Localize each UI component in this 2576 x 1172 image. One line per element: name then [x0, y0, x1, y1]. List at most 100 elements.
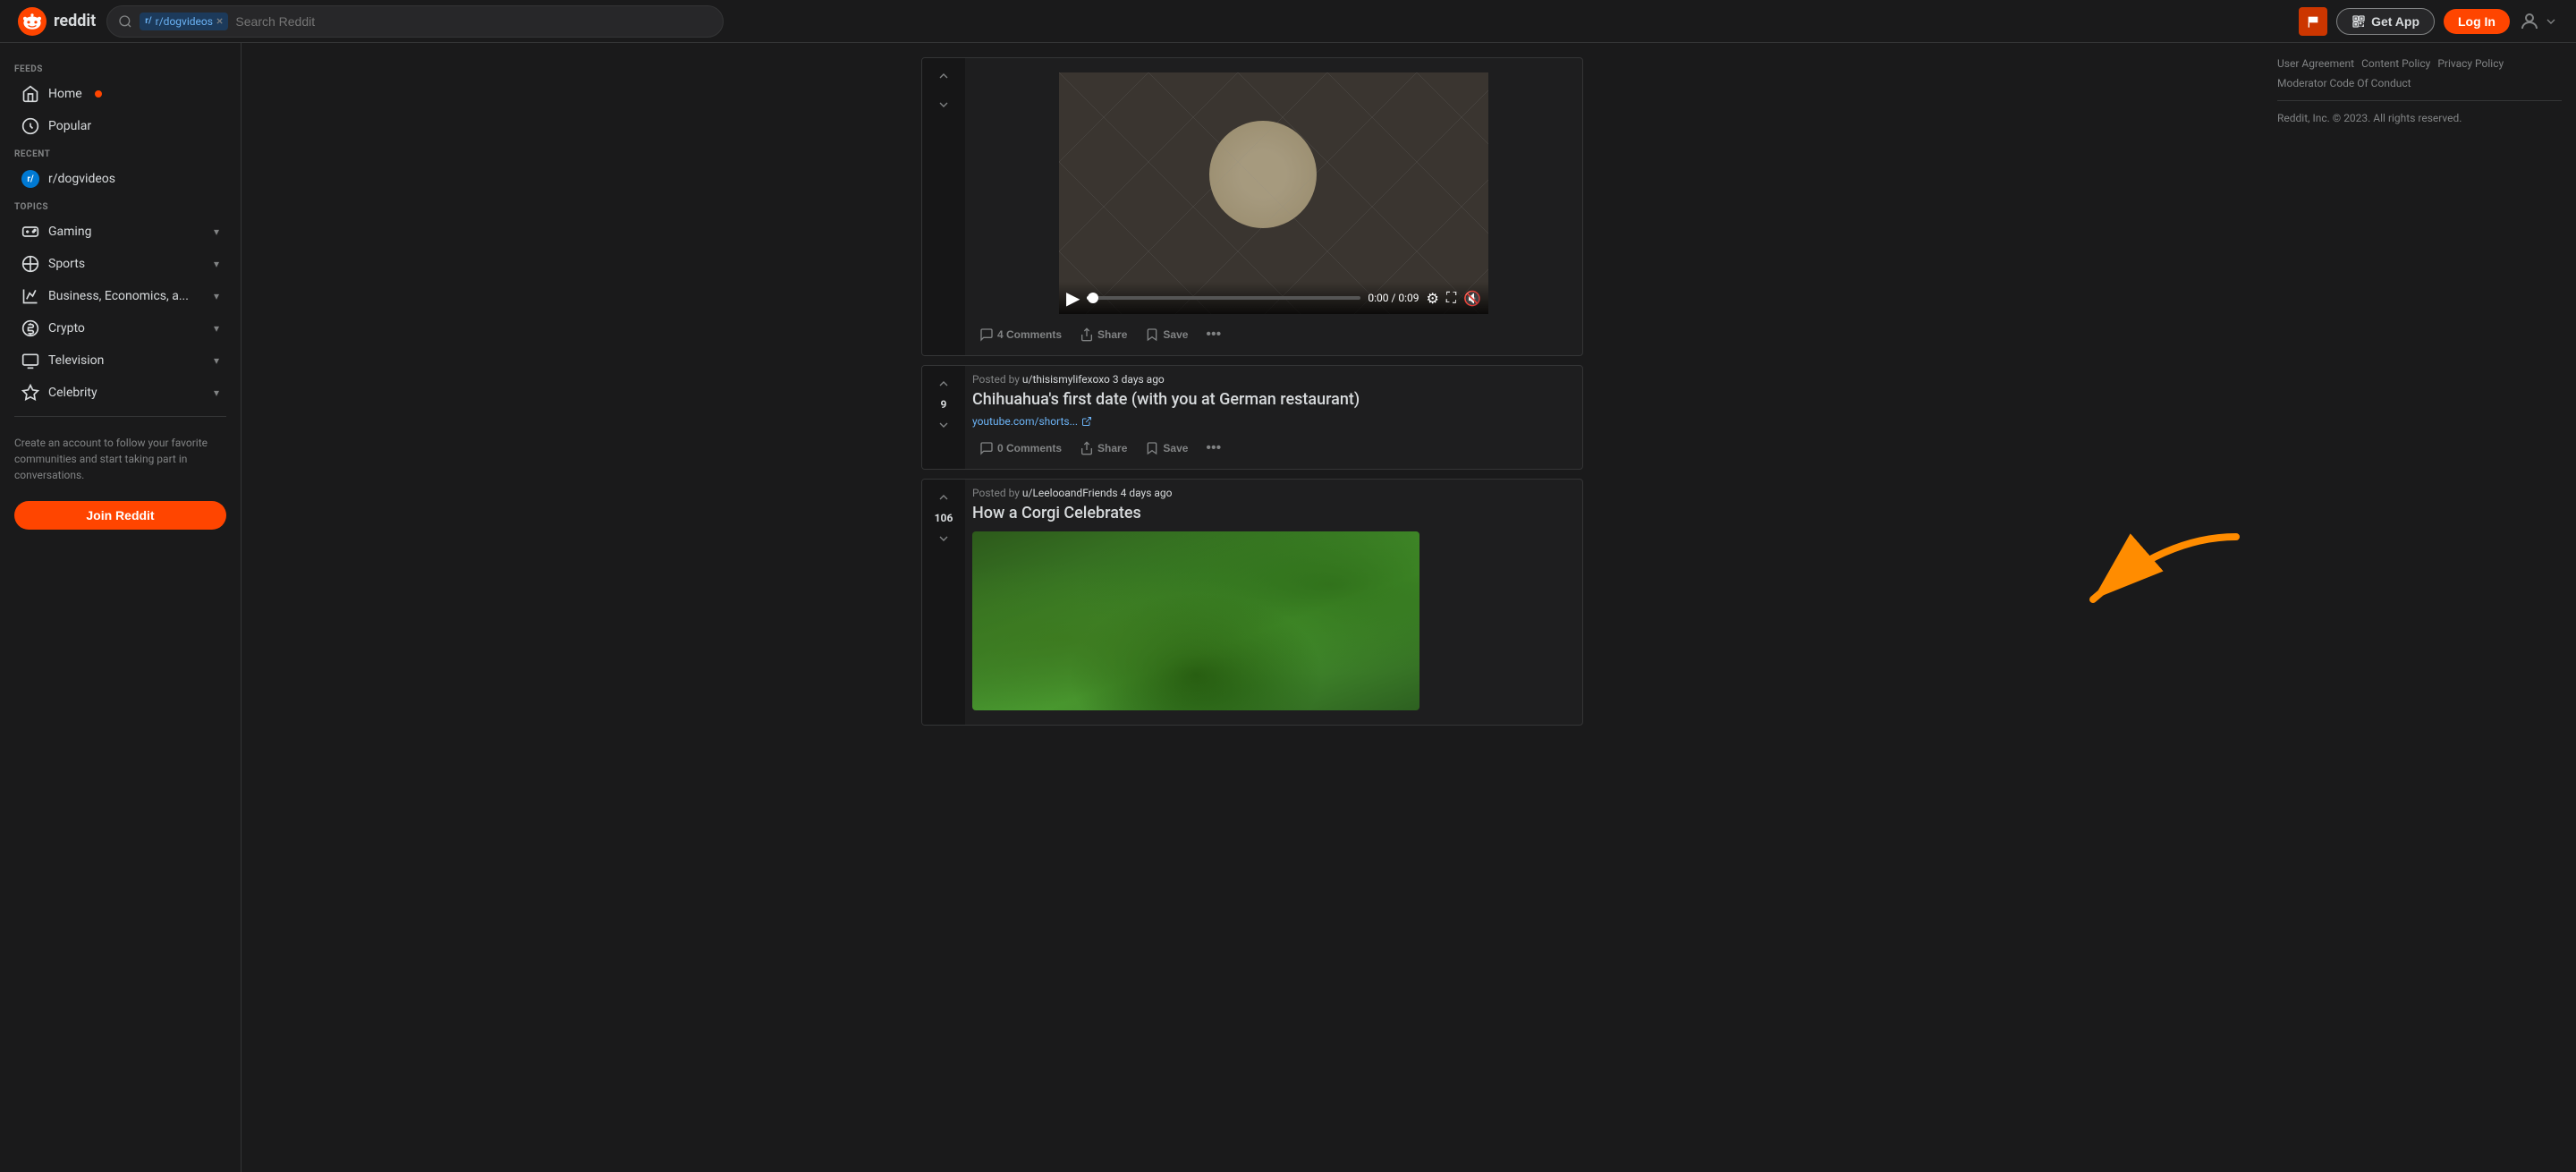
logo-area[interactable]: reddit: [18, 7, 96, 36]
recent-section-label: RECENT: [0, 142, 241, 163]
join-reddit-button[interactable]: Join Reddit: [14, 501, 226, 530]
post-link-chihuahua[interactable]: youtube.com/shorts...: [972, 415, 1575, 428]
search-bar[interactable]: r/ r/dogvideos ×: [106, 5, 724, 38]
home-label: Home: [48, 87, 82, 101]
popular-icon: [21, 117, 39, 135]
popular-label: Popular: [48, 119, 91, 133]
login-label: Log In: [2458, 14, 2496, 29]
upvote-button-video[interactable]: [933, 65, 954, 87]
save-icon-chihuahua: [1145, 441, 1159, 455]
sidebar-item-business[interactable]: Business, Economics, a... ▾: [7, 280, 233, 312]
fullscreen-button[interactable]: ⛶: [1446, 289, 1456, 307]
flag-icon: [2306, 14, 2320, 29]
sidebar-item-popular[interactable]: Popular: [7, 110, 233, 142]
upvote-button-corgi[interactable]: [933, 487, 954, 508]
television-icon: [21, 352, 39, 369]
comment-icon-chihuahua: [979, 441, 994, 455]
downvote-button-video[interactable]: [933, 94, 954, 115]
search-tag[interactable]: r/ r/dogvideos ×: [140, 13, 228, 30]
post-meta-chihuahua: Posted by u/thisismylifexoxo 3 days ago: [972, 373, 1575, 386]
celebrity-icon: [21, 384, 39, 402]
television-label: Television: [48, 353, 104, 368]
more-button-video[interactable]: •••: [1199, 321, 1228, 348]
vote-count-corgi: 106: [935, 512, 953, 524]
logo-text: reddit: [54, 12, 96, 30]
copyright-text: Reddit, Inc. © 2023. All rights reserved…: [2277, 112, 2562, 124]
post-body-video: ▶ 0:00 / 0:09 ⚙ ⛶ 🔇: [965, 58, 1582, 355]
sidebar-item-celebrity[interactable]: Celebrity ▾: [7, 377, 233, 409]
progress-bar[interactable]: [1087, 296, 1360, 300]
upvote-button-chihuahua[interactable]: [933, 373, 954, 395]
post-actions-chihuahua: 0 Comments Share Save: [972, 435, 1575, 462]
user-menu[interactable]: [2519, 11, 2558, 32]
business-icon: [21, 287, 39, 305]
save-label-video: Save: [1163, 328, 1188, 341]
downvote-button-corgi[interactable]: [933, 528, 954, 549]
qr-icon: [2351, 14, 2366, 29]
external-link-icon: [1081, 416, 1092, 427]
header: reddit r/ r/dogvideos ×: [0, 0, 2576, 43]
sidebar-item-sports[interactable]: Sports ▾: [7, 248, 233, 280]
save-button-video[interactable]: Save: [1138, 322, 1195, 347]
video-content: [1059, 72, 1488, 314]
gaming-icon: [21, 223, 39, 241]
right-sidebar: User Agreement Content Policy Privacy Po…: [2263, 43, 2576, 1172]
vote-column-video: [922, 58, 965, 355]
vote-column-corgi: 106: [922, 480, 965, 724]
post-card-corgi: 106 Posted by u/LeelooandFriends 4 days …: [921, 479, 1583, 725]
comments-button-video[interactable]: 4 Comments: [972, 322, 1069, 347]
comments-button-chihuahua[interactable]: 0 Comments: [972, 436, 1069, 461]
moderator-code-link[interactable]: Moderator Code Of Conduct: [2277, 77, 2411, 89]
search-tag-close-icon[interactable]: ×: [216, 14, 223, 29]
share-icon: [1080, 327, 1094, 342]
post-card-video: ▶ 0:00 / 0:09 ⚙ ⛶ 🔇: [921, 57, 1583, 356]
settings-button[interactable]: ⚙: [1427, 290, 1439, 307]
sidebar-item-television[interactable]: Television ▾: [7, 344, 233, 377]
celebrity-chevron-icon: ▾: [214, 386, 219, 399]
save-button-chihuahua[interactable]: Save: [1138, 436, 1195, 461]
sidebar-item-gaming[interactable]: Gaming ▾: [7, 216, 233, 248]
comment-icon: [979, 327, 994, 342]
more-button-chihuahua[interactable]: •••: [1199, 435, 1228, 462]
content-policy-link[interactable]: Content Policy: [2361, 57, 2430, 70]
login-button[interactable]: Log In: [2444, 9, 2510, 34]
left-sidebar: FEEDS Home Popular RECENT r/ r/dogvideos: [0, 43, 242, 1172]
sidebar-item-crypto[interactable]: Crypto ▾: [7, 312, 233, 344]
video-player: ▶ 0:00 / 0:09 ⚙ ⛶ 🔇: [1059, 72, 1488, 314]
sidebar-promo-text: Create an account to follow your favorit…: [0, 424, 241, 494]
sidebar-item-home[interactable]: Home: [7, 78, 233, 110]
television-chevron-icon: ▾: [214, 354, 219, 367]
dogvideos-icon: r/: [21, 170, 39, 188]
gaming-chevron-icon: ▾: [214, 225, 219, 238]
gaming-label: Gaming: [48, 225, 91, 239]
vote-count-chihuahua: 9: [941, 398, 947, 411]
search-tag-label: r/dogvideos: [156, 15, 213, 28]
post-meta-corgi: Posted by u/LeelooandFriends 4 days ago: [972, 487, 1575, 499]
share-button-chihuahua[interactable]: Share: [1072, 436, 1134, 461]
topics-section-label: TOPICS: [0, 195, 241, 216]
header-right: Get App Log In: [2299, 7, 2558, 36]
home-icon: [21, 85, 39, 103]
downvote-button-chihuahua[interactable]: [933, 414, 954, 436]
celebrity-label: Celebrity: [48, 386, 97, 400]
post-body-corgi: Posted by u/LeelooandFriends 4 days ago …: [965, 480, 1582, 724]
sidebar-item-dogvideos[interactable]: r/ r/dogvideos: [7, 163, 233, 195]
user-agreement-link[interactable]: User Agreement: [2277, 57, 2354, 70]
get-app-button[interactable]: Get App: [2336, 8, 2435, 35]
dogvideos-label: r/dogvideos: [48, 172, 115, 186]
privacy-policy-link[interactable]: Privacy Policy: [2437, 57, 2504, 70]
search-input[interactable]: [235, 14, 712, 29]
play-button[interactable]: ▶: [1066, 289, 1080, 307]
mute-button[interactable]: 🔇: [1463, 290, 1481, 307]
sports-icon: [21, 255, 39, 273]
crypto-icon: [21, 319, 39, 337]
business-label: Business, Economics, a...: [48, 289, 189, 303]
search-icon: [118, 14, 132, 29]
share-button-video[interactable]: Share: [1072, 322, 1134, 347]
feed: ▶ 0:00 / 0:09 ⚙ ⛶ 🔇: [921, 57, 1583, 1158]
time-display: 0:00 / 0:09: [1368, 292, 1419, 304]
chevron-down-icon: [2544, 14, 2558, 29]
flag-button[interactable]: [2299, 7, 2327, 36]
comments-count-chihuahua: 0 Comments: [997, 442, 1062, 454]
post-title-chihuahua: Chihuahua's first date (with you at Germ…: [972, 389, 1575, 410]
